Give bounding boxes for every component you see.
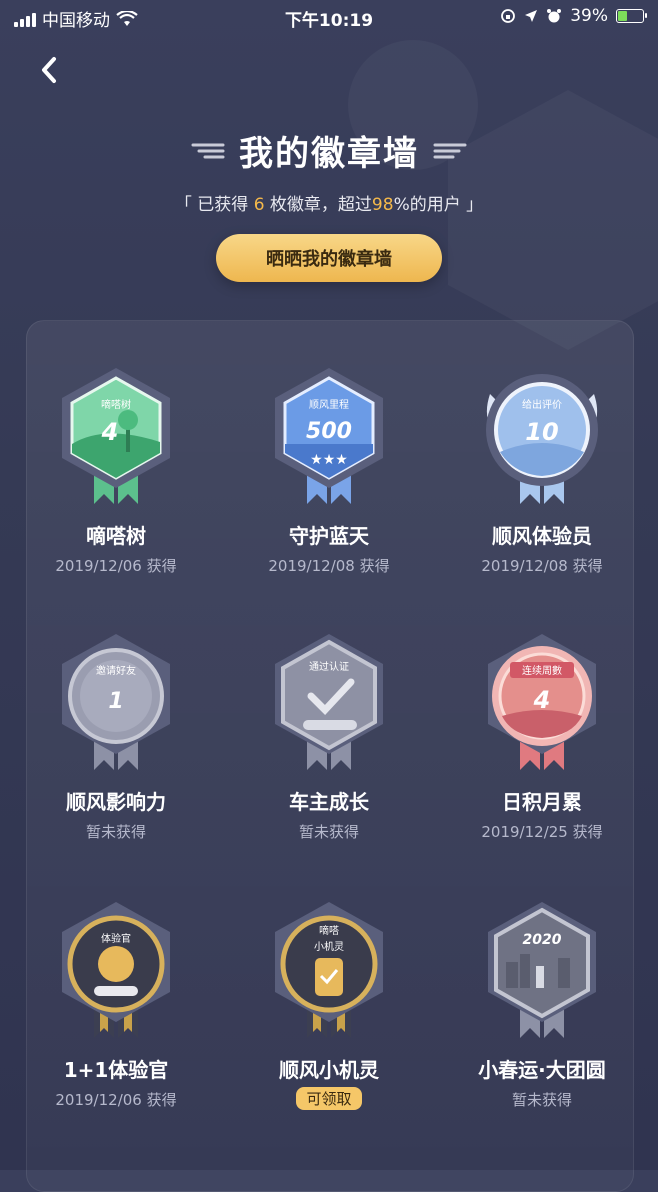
badge-item[interactable]: 体验官 1+1体验官 2019/12/06 获得: [16, 898, 216, 1110]
badge-date: 2019/12/08 获得: [268, 557, 390, 575]
tree-badge-icon: 嘀嗒树 4: [62, 368, 170, 504]
svg-text:10: 10: [525, 418, 558, 446]
alarm-icon: [547, 9, 562, 23]
svg-text:小机灵: 小机灵: [314, 940, 344, 953]
status-bar: 中国移动 下午10:19 39%: [0, 0, 658, 34]
badge-item[interactable]: 2020 小春运·大团圆 暂未获得: [442, 898, 642, 1110]
title-row: 我的徽章墙: [0, 126, 658, 175]
svg-text:4: 4: [533, 686, 551, 714]
svg-text:嘀嗒: 嘀嗒: [319, 924, 339, 937]
svg-text:4: 4: [101, 418, 119, 446]
badge-item[interactable]: 嘀嗒树 4 嘀嗒树 2019/12/06 获得: [16, 364, 216, 576]
svg-text:邀请好友: 邀请好友: [96, 664, 136, 677]
badge-name: 车主成长: [289, 790, 369, 814]
badge-name: 顺风小机灵: [279, 1058, 379, 1082]
percent-value: 98: [371, 195, 394, 215]
svg-text:通过认证: 通过认证: [309, 660, 349, 673]
badge-name: 守护蓝天: [289, 524, 369, 548]
share-badge-wall-button[interactable]: 晒晒我的徽章墙: [216, 234, 442, 282]
badge-name: 1+1体验官: [63, 1058, 169, 1082]
svg-text:★★★: ★★★: [310, 452, 348, 468]
badge-summary: 「 已获得 6 枚徽章，超过98%的用户 」: [174, 195, 484, 215]
speed-lines-right-icon: [433, 143, 467, 158]
badge-name: 顺风影响力: [66, 790, 166, 814]
location-icon: [525, 10, 538, 22]
clever-sprite-badge-icon: 嘀嗒 小机灵: [275, 902, 383, 1038]
influence-badge-icon: 邀请好友 1: [62, 634, 170, 770]
page-title: 我的徽章墙: [239, 134, 419, 174]
svg-text:给出评价: 给出评价: [522, 398, 562, 411]
blue-sky-badge-icon: 顺风里程 500 ★★★: [275, 368, 383, 504]
badge-item[interactable]: 顺风里程 500 ★★★ 守护蓝天 2019/12/08 获得: [229, 364, 429, 576]
badge-name: 顺风体验员: [492, 524, 592, 548]
svg-text:500: 500: [306, 419, 352, 444]
badge-date: 暂未获得: [85, 823, 146, 841]
badge-item[interactable]: 邀请好友 1 顺风影响力 暂未获得: [16, 630, 216, 842]
experience-officer-badge-icon: 体验官: [62, 902, 170, 1038]
badge-date: 2019/12/06 获得: [55, 557, 177, 575]
badge-item[interactable]: 连续周數 4 日积月累 2019/12/25 获得: [442, 630, 642, 842]
svg-text:顺风里程: 顺风里程: [309, 399, 349, 411]
back-arrow-icon[interactable]: [32, 52, 68, 88]
owner-growth-badge-icon: 通过认证: [275, 634, 383, 770]
rotation-lock-icon: [501, 9, 516, 23]
badge-date: 2019/12/25 获得: [481, 823, 603, 841]
badge-date: 2019/12/08 获得: [481, 557, 603, 575]
rating-badge-icon: 给出评价 10: [486, 374, 598, 504]
svg-text:嘀嗒树: 嘀嗒树: [101, 398, 131, 411]
badge-name: 日积月累: [502, 790, 582, 814]
streak-badge-icon: 连续周數 4: [488, 634, 596, 770]
svg-text:连续周數: 连续周數: [522, 664, 562, 677]
svg-text:体验官: 体验官: [101, 932, 131, 945]
speed-lines-left-icon: [191, 143, 225, 158]
badge-item[interactable]: 给出评价 10 顺风体验员 2019/12/08 获得: [442, 364, 642, 576]
reunion-badge-icon: 2020: [488, 902, 596, 1038]
badge-count: 6: [253, 195, 265, 215]
badge-date: 暂未获得: [298, 823, 359, 841]
claim-button[interactable]: 可领取: [296, 1087, 362, 1110]
svg-text:1: 1: [108, 689, 123, 714]
svg-text:2020: 2020: [523, 932, 562, 948]
badge-name: 嘀嗒树: [86, 524, 146, 548]
badge-item[interactable]: 通过认证 车主成长 暂未获得: [229, 630, 429, 842]
badge-name: 小春运·大团圆: [478, 1058, 606, 1082]
battery-percent: 39%: [570, 6, 608, 26]
battery-icon: [616, 9, 647, 23]
badge-date: 暂未获得: [511, 1091, 572, 1109]
badge-date: 2019/12/06 获得: [55, 1091, 177, 1109]
badge-item[interactable]: 嘀嗒 小机灵 顺风小机灵 可领取: [229, 898, 429, 1110]
